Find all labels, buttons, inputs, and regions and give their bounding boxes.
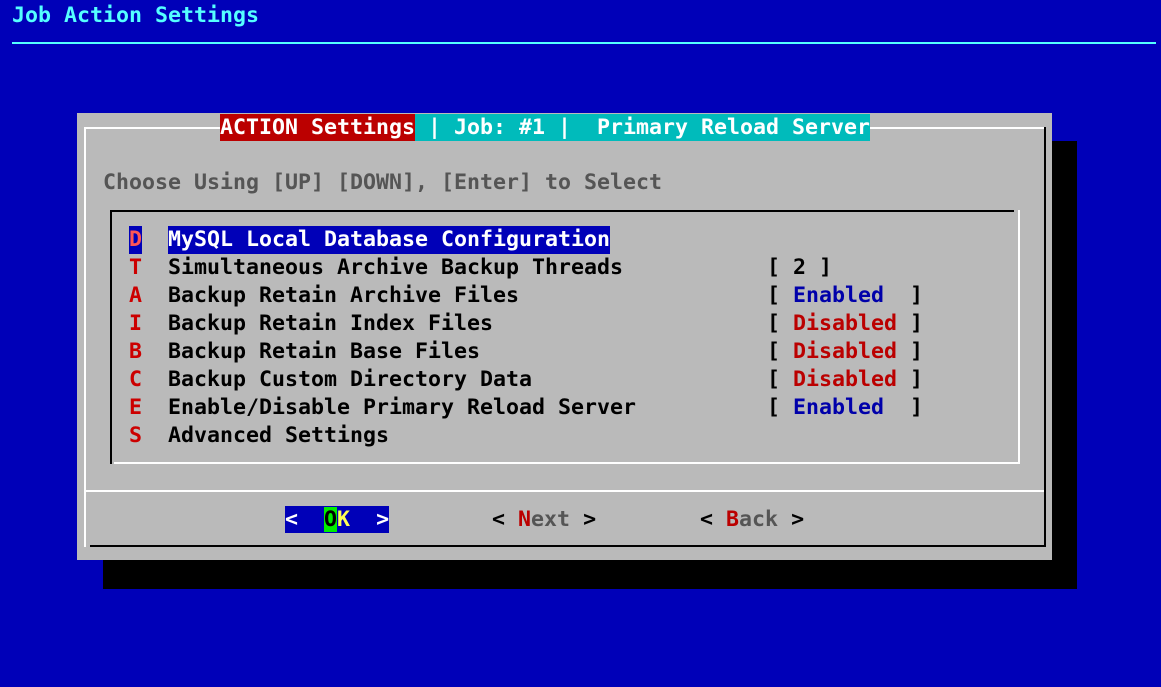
item-value: [ Disabled ] [767,367,924,392]
ok-button[interactable]: < OK > [285,506,389,533]
item-label: Backup Custom Directory Data [168,367,533,392]
bracket: > [583,507,597,532]
bracket: < [492,507,506,532]
item-value: [ Enabled ] [767,395,924,420]
status-disabled: Disabled [793,339,898,364]
item-value: [ Enabled ] [767,283,924,308]
dialog-title-main: ACTION Settings [220,114,416,141]
hotkey: S [129,423,143,448]
item-label: Backup Retain Base Files [168,339,481,364]
item-label: Backup Retain Index Files [168,311,494,336]
hotkey: B [129,339,143,364]
list-border [110,210,1014,212]
item-label: Backup Retain Archive Files [168,283,520,308]
hotkey: B [726,507,740,532]
list-border [114,462,1020,464]
hotkey: O [324,507,338,532]
button-separator [84,490,1044,492]
status-disabled: Disabled [793,311,898,336]
bracket: > [376,507,390,532]
back-button[interactable]: < Back > [700,506,804,533]
hotkey: D [129,226,143,254]
item-label: MySQL Local Database Configuration [168,226,611,254]
bracket: < [700,507,714,532]
title-divider [12,42,1156,44]
item-label: Advanced Settings [168,423,390,448]
dialog-title: ACTION Settings | Job: #1 | Primary Relo… [220,114,871,141]
hotkey: A [129,283,143,308]
hotkey: N [518,507,532,532]
hotkey: C [129,367,143,392]
list-border [110,210,112,464]
border [84,127,86,547]
border [90,545,1046,547]
list-border [1018,210,1020,464]
prompt-text: Choose Using [UP] [DOWN], [Enter] to Sel… [103,170,663,195]
status-enabled: Enabled [793,283,885,308]
border [1044,127,1046,547]
hotkey: T [129,255,143,280]
item-value: [ 2 ] [767,255,833,280]
next-button[interactable]: < Next > [492,506,596,533]
item-label: Simultaneous Archive Backup Threads [168,255,624,280]
label: K [337,507,351,532]
menu-list: D MySQL Local Database Configuration T Sim… [0,0,923,448]
hotkey: I [129,311,143,336]
app-title: Job Action Settings [12,3,260,28]
label: ext [531,507,571,532]
bracket: > [791,507,805,532]
item-value: [ Disabled ] [767,311,924,336]
item-label: Enable/Disable Primary Reload Server [168,395,637,420]
status-disabled: Disabled [793,367,898,392]
hotkey: E [129,395,143,420]
bracket: < [285,507,299,532]
threads-value: 2 [793,255,807,280]
dialog-title-job: | Job: #1 | Primary Reload Server [415,114,871,141]
item-value: [ Disabled ] [767,339,924,364]
status-enabled: Enabled [793,395,885,420]
label: ack [739,507,779,532]
